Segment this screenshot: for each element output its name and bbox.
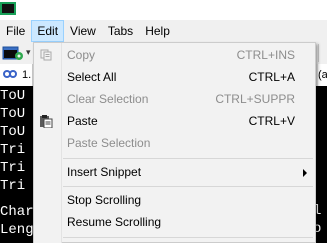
menu-view[interactable]: View — [64, 20, 102, 42]
menu-item-label: Select All — [67, 70, 117, 84]
copy-icon — [40, 49, 52, 61]
terminal-line: Char — [0, 204, 34, 220]
menu-item-resume-scrolling[interactable]: Resume Scrolling — [34, 211, 315, 233]
menu-item-shortcut: CTRL+A — [248, 70, 295, 84]
menu-item-stop-scrolling[interactable]: Stop Scrolling — [34, 189, 315, 211]
menu-item-label: Stop Scrolling — [67, 193, 142, 207]
menu-item-copy[interactable]: Copy CTRL+INS — [34, 44, 315, 66]
menu-separator — [63, 186, 313, 187]
terminal-line: ToU — [0, 124, 26, 140]
menu-item-label: Copy — [67, 48, 96, 62]
tab-partial-right[interactable]: (a — [318, 64, 327, 86]
menu-item-label: Insert Snippet — [67, 165, 142, 179]
new-tab-dropdown-icon[interactable]: ▾ — [26, 47, 31, 58]
menu-item-label: Paste — [67, 114, 98, 128]
paste-icon — [40, 115, 53, 128]
menu-item-paste[interactable]: Paste CTRL+V — [34, 110, 315, 132]
menu-item-clear-selection[interactable]: Clear Selection CTRL+SUPPR — [34, 88, 315, 110]
terminal-line: Leng — [0, 222, 34, 238]
menu-item-label: Paste Selection — [67, 136, 151, 150]
menu-item-label: Resume Scrolling — [67, 215, 162, 229]
menu-separator — [63, 158, 313, 159]
menu-separator — [63, 237, 313, 238]
menu-file[interactable]: File — [0, 20, 31, 42]
menu-edit[interactable]: Edit — [31, 20, 65, 42]
menu-item-shortcut: CTRL+V — [248, 114, 295, 128]
menu-item-paste-selection[interactable]: Paste Selection — [34, 132, 315, 154]
menu-help[interactable]: Help — [139, 20, 176, 42]
tab-link-icon — [3, 70, 17, 78]
terminal-line: ToU — [0, 88, 26, 104]
toolbar-overflow-icon[interactable] — [318, 44, 327, 62]
terminal-app-icon[interactable] — [0, 2, 16, 15]
terminal-line: Tri — [0, 142, 26, 158]
menu-bar: File Edit View Tabs Help — [0, 20, 327, 42]
title-bar — [0, 0, 327, 20]
menu-item-select-all[interactable]: Select All CTRL+A — [34, 66, 315, 88]
menu-tabs[interactable]: Tabs — [102, 20, 139, 42]
menu-item-shortcut: CTRL+SUPPR — [215, 92, 295, 106]
terminal-line: Tri — [0, 160, 26, 176]
submenu-arrow-icon — [303, 169, 307, 177]
terminal-line: ToU — [0, 106, 26, 122]
menu-item-insert-snippet[interactable]: Insert Snippet — [34, 161, 315, 183]
menu-item-label: Clear Selection — [67, 92, 149, 106]
tab-1-label: 1. — [22, 69, 32, 81]
terminal-line: Tri — [0, 178, 26, 194]
new-tab-icon[interactable] — [2, 45, 24, 61]
menu-item-shortcut: CTRL+INS — [236, 48, 295, 62]
